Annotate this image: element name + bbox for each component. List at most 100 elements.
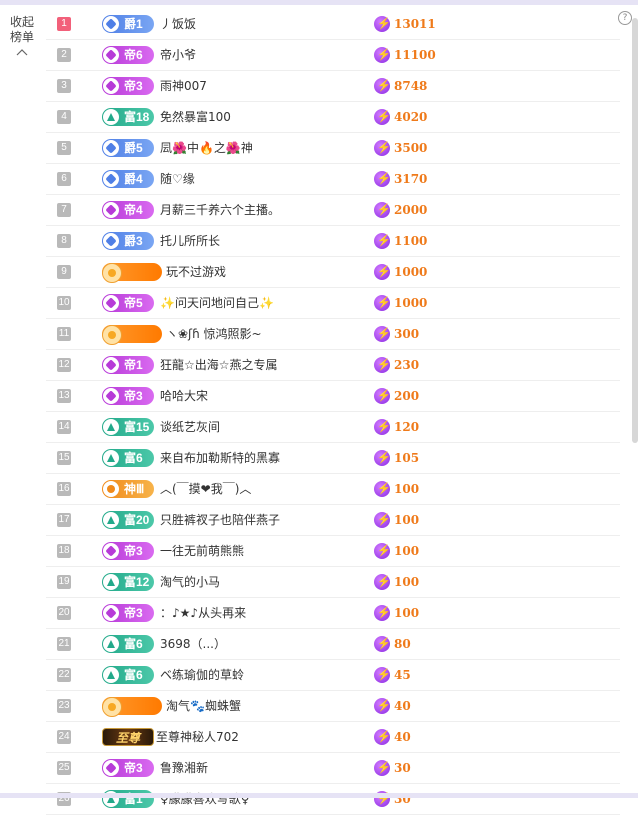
user-name[interactable]: 谈纸艺灰间 (160, 413, 220, 442)
user-name[interactable]: ：♪★♪从头再来 (160, 599, 246, 628)
user-name[interactable]: 雨神007 (160, 72, 207, 101)
user-name[interactable]: 月薪三千养六个主播。 (160, 196, 280, 225)
lightning-icon (374, 573, 391, 590)
ranking-row[interactable]: 3 帝3 雨神007 8748 (46, 72, 620, 102)
lightning-icon (374, 728, 391, 745)
rank-number: 22 (57, 668, 71, 682)
ranking-row[interactable]: 15 富6 来自布加勒斯特的黑寡 105 (46, 444, 620, 474)
user-name[interactable]: 玩不过游戏 (166, 258, 226, 287)
level-badge: 富15 (102, 418, 154, 436)
badge-icon (103, 574, 119, 590)
lightning-icon (374, 77, 391, 94)
score-text: 120 (394, 420, 420, 434)
user-name[interactable]: 托儿所所长 (160, 227, 220, 256)
score-value: 3170 (374, 165, 427, 194)
ranking-row[interactable]: 13 帝3 哈哈大宋 200 (46, 382, 620, 412)
rank-number: 18 (57, 544, 71, 558)
user-name[interactable]: 帝小爷 (160, 41, 196, 70)
ranking-row[interactable]: 6 爵4 随♡缘 3170 (46, 165, 620, 195)
ranking-row[interactable]: 10 帝5 ✨问天问地问自己✨ 1000 (46, 289, 620, 319)
ranking-row[interactable]: 19 富12 淘气的小马 100 (46, 568, 620, 598)
score-value: 13011 (374, 10, 436, 39)
user-name[interactable]: 3698（...） (160, 630, 226, 659)
ranking-row[interactable]: 5 爵5 凨🌺中🔥之🌺神 3500 (46, 134, 620, 164)
user-name[interactable]: 免然暴富100 (160, 103, 231, 132)
ranking-row[interactable]: 2 帝6 帝小爷 11100 (46, 41, 620, 71)
score-text: 100 (394, 513, 420, 527)
ranking-list: 1爵1丿饭饭130112帝6帝小爷111003帝3雨神00787484富18免然… (46, 10, 620, 816)
user-name[interactable]: 至尊神秘人702 (156, 723, 239, 752)
badge-icon (103, 636, 119, 652)
user-name[interactable]: 随♡缘 (160, 165, 195, 194)
rank-number: 19 (57, 575, 71, 589)
user-name[interactable]: ♀朦朦喜欢写歌♀ (160, 785, 250, 814)
user-name[interactable]: 狂龍☆出海☆燕之专属 (160, 351, 278, 380)
ranking-row[interactable]: 23 淘气🐾蜘蛛蟹 40 (46, 692, 620, 722)
score-value: 1000 (374, 258, 427, 287)
lightning-icon (374, 542, 391, 559)
level-badge: 帝4 (102, 201, 154, 219)
ranking-row[interactable]: 26富1♀朦朦喜欢写歌♀30 (46, 785, 620, 815)
user-name[interactable]: 哈哈大宋 (160, 382, 208, 411)
badge-label: 富6 (124, 637, 143, 651)
score-value: 11100 (374, 41, 436, 70)
chevron-up-icon (16, 49, 28, 56)
badge-label: 爵4 (124, 172, 143, 186)
user-name[interactable]: ✨问天问地问自己✨ (160, 289, 274, 318)
user-name[interactable]: ︿(￣摸❤我￣)︿ (160, 475, 251, 504)
user-name[interactable]: 来自布加勒斯特的黑寡 (160, 444, 280, 473)
user-name[interactable]: ヽ❀ʃɦ 惊鸿照影~ (166, 320, 262, 349)
badge-label: 富20 (124, 513, 150, 527)
ranking-row[interactable]: 1 爵1 丿饭饭 13011 (46, 10, 620, 40)
rank-number: 25 (57, 761, 71, 775)
ranking-row[interactable]: 9 玩不过游戏 1000 (46, 258, 620, 288)
ranking-row[interactable]: 11 ヽ❀ʃɦ 惊鸿照影~ 300 (46, 320, 620, 350)
level-badge: 富6 (102, 666, 154, 684)
help-icon[interactable]: ? (618, 11, 632, 25)
user-name[interactable]: 凨🌺中🔥之🌺神 (160, 134, 253, 163)
user-name[interactable]: 只胜裤衩子也陪伴燕子 (160, 506, 280, 535)
scrollbar[interactable] (632, 18, 638, 443)
rank-number: 17 (57, 513, 71, 527)
ranking-row[interactable]: 24 至尊 至尊神秘人702 40 (46, 723, 620, 753)
score-text: 2000 (394, 203, 428, 217)
lightning-icon (374, 170, 391, 187)
ranking-row[interactable]: 17 富20 只胜裤衩子也陪伴燕子 100 (46, 506, 620, 536)
badge-icon (103, 171, 119, 187)
badge-label: 富12 (124, 575, 150, 589)
ranking-row[interactable]: 8 爵3 托儿所所长 1100 (46, 227, 620, 257)
lightning-icon (374, 666, 391, 683)
lightning-icon (374, 263, 391, 280)
badge-label: 富15 (124, 420, 150, 434)
user-name[interactable]: 鲁豫湘新 (160, 754, 208, 783)
user-name[interactable]: 丿饭饭 (160, 10, 196, 39)
score-value: 300 (374, 320, 419, 349)
ranking-row[interactable]: 7 帝4 月薪三千养六个主播。 2000 (46, 196, 620, 226)
badge-label: 帝1 (124, 358, 143, 372)
collapse-label-line1: 收起 (9, 15, 34, 29)
lightning-icon (374, 511, 391, 528)
collapse-ranking-button[interactable]: 收起 榜单 (6, 15, 38, 57)
ranking-row[interactable]: 21 富6 3698（...） 80 (46, 630, 620, 660)
level-badge: 爵1 (102, 15, 154, 33)
badge-icon (103, 357, 119, 373)
user-name[interactable]: 淘气🐾蜘蛛蟹 (166, 692, 241, 721)
badge-icon (103, 140, 119, 156)
lightning-icon (374, 604, 391, 621)
score-value: 100 (374, 568, 419, 597)
ranking-row[interactable]: 16 神Ⅲ ︿(￣摸❤我￣)︿ 100 (46, 475, 620, 505)
ranking-row[interactable]: 12 帝1 狂龍☆出海☆燕之专属 230 (46, 351, 620, 381)
ranking-row[interactable]: 25 帝3 鲁豫湘新 30 (46, 754, 620, 784)
level-badge: 至尊 (102, 728, 154, 746)
score-text: 8748 (394, 79, 428, 93)
user-name[interactable]: 一往无前萌熊熊 (160, 537, 244, 566)
user-name[interactable]: 淘气的小马 (160, 568, 220, 597)
badge-label: 富6 (124, 668, 143, 682)
badge-label: 至尊 (115, 731, 140, 745)
user-name[interactable]: ベ练瑜伽的草蛉 (160, 661, 244, 690)
ranking-row[interactable]: 14 富15 谈纸艺灰间 120 (46, 413, 620, 443)
ranking-row[interactable]: 4 富18 免然暴富100 4020 (46, 103, 620, 133)
ranking-row[interactable]: 22 富6 ベ练瑜伽的草蛉 45 (46, 661, 620, 691)
ranking-row[interactable]: 18 帝3 一往无前萌熊熊 100 (46, 537, 620, 567)
ranking-row[interactable]: 20 帝3 ：♪★♪从头再来 100 (46, 599, 620, 629)
